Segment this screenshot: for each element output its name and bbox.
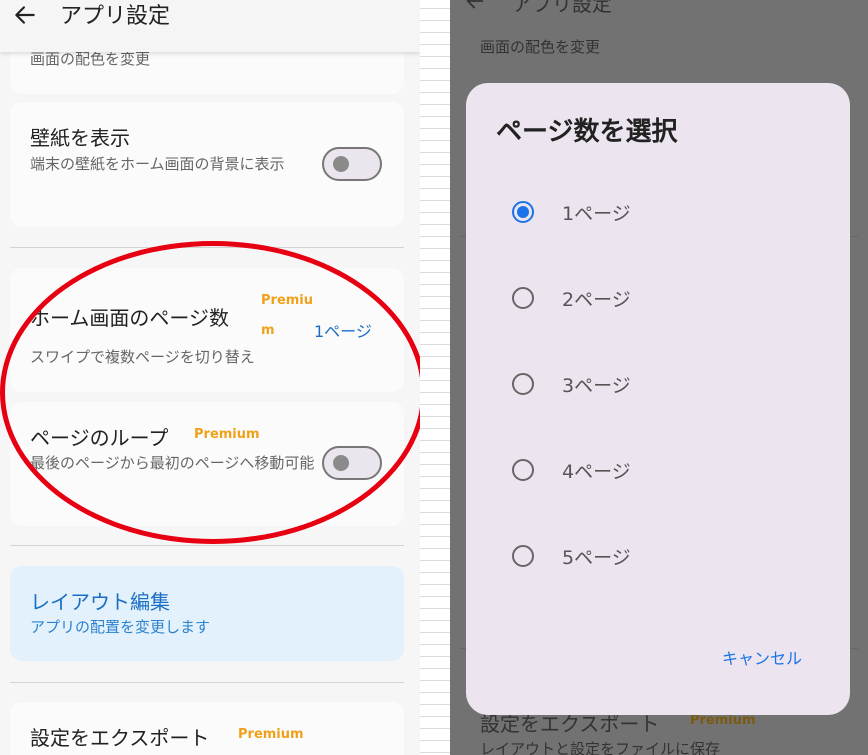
layout-edit-card[interactable]: レイアウト編集 アプリの配置を変更します (10, 566, 404, 661)
option-label: 4ページ (562, 461, 631, 483)
app-bar: アプリ設定 (0, 0, 420, 52)
wallpaper-toggle[interactable] (322, 147, 382, 181)
back-arrow-icon[interactable] (12, 2, 38, 28)
radio-selected-icon[interactable] (512, 201, 534, 223)
page-option-3[interactable]: 3ページ (496, 364, 796, 404)
radio-unselected-icon[interactable] (512, 545, 534, 567)
settings-screen: アプリ設定 画面の配色を変更 壁紙を表示 端末の壁紙をホーム画面の背景に表示 ホ… (0, 0, 420, 755)
wallpaper-setting-desc: 端末の壁紙をホーム画面の背景に表示 (30, 155, 285, 173)
layout-edit-desc: アプリの配置を変更します (30, 618, 211, 636)
section-divider (10, 545, 404, 546)
premium-badge: Premium (261, 293, 314, 338)
page-option-2[interactable]: 2ページ (496, 278, 796, 318)
page-title: アプリ設定 (60, 4, 171, 29)
radio-unselected-icon[interactable] (512, 287, 534, 309)
home-pages-setting-card[interactable]: ホーム画面のページ数 Premium 1ページ スワイプで複数ページを切り替え (10, 268, 404, 392)
radio-unselected-icon[interactable] (512, 373, 534, 395)
dialog-title: ページ数を選択 (496, 117, 678, 147)
option-label: 3ページ (562, 375, 631, 397)
background-color-desc: 画面の配色を変更 (480, 38, 601, 56)
section-divider (10, 682, 404, 683)
page-count-dialog: ページ数を選択 1ページ 2ページ 3ページ 4ページ 5ページ キャンセル (466, 83, 850, 715)
home-pages-title: ホーム画面のページ数 (30, 306, 229, 330)
back-arrow-icon (466, 0, 484, 9)
background-export-desc: レイアウトと設定をファイルに保存 (480, 740, 721, 755)
toggle-knob (333, 455, 349, 471)
page-loop-desc: 最後のページから最初のページへ移動可能 (30, 454, 315, 472)
page-loop-setting-card[interactable]: ページのループ Premium 最後のページから最初のページへ移動可能 (10, 402, 404, 526)
background-page-title: アプリ設定 (512, 0, 612, 16)
wallpaper-setting-card[interactable]: 壁紙を表示 端末の壁紙をホーム画面の背景に表示 (10, 102, 404, 227)
layout-edit-title: レイアウト編集 (30, 590, 170, 614)
premium-badge: Premium (238, 727, 304, 742)
home-pages-value[interactable]: 1ページ (314, 318, 372, 342)
toggle-knob (333, 156, 349, 172)
home-pages-desc: スワイプで複数ページを切り替え (30, 348, 255, 366)
section-divider (10, 247, 404, 248)
option-label: 2ページ (562, 289, 631, 311)
export-setting-card[interactable]: 設定をエクスポート Premium (10, 702, 404, 755)
export-title: 設定をエクスポート (30, 726, 210, 750)
page-option-5[interactable]: 5ページ (496, 536, 796, 576)
page-loop-toggle[interactable] (322, 446, 382, 480)
background-premium-badge: Premium (690, 713, 756, 728)
option-label: 1ページ (562, 203, 631, 225)
radio-unselected-icon[interactable] (512, 459, 534, 481)
cancel-button[interactable]: キャンセル (722, 645, 802, 669)
wallpaper-setting-title: 壁紙を表示 (30, 126, 130, 150)
page-count-dialog-screen: アプリ設定 画面の配色を変更 設定をエクスポート Premium レイアウトと設… (450, 0, 868, 755)
panel-gutter (420, 0, 450, 755)
page-option-4[interactable]: 4ページ (496, 450, 796, 490)
premium-badge: Premium (194, 427, 260, 442)
page-option-1[interactable]: 1ページ (496, 192, 796, 232)
page-loop-title: ページのループ (30, 426, 169, 450)
option-label: 5ページ (562, 547, 631, 569)
